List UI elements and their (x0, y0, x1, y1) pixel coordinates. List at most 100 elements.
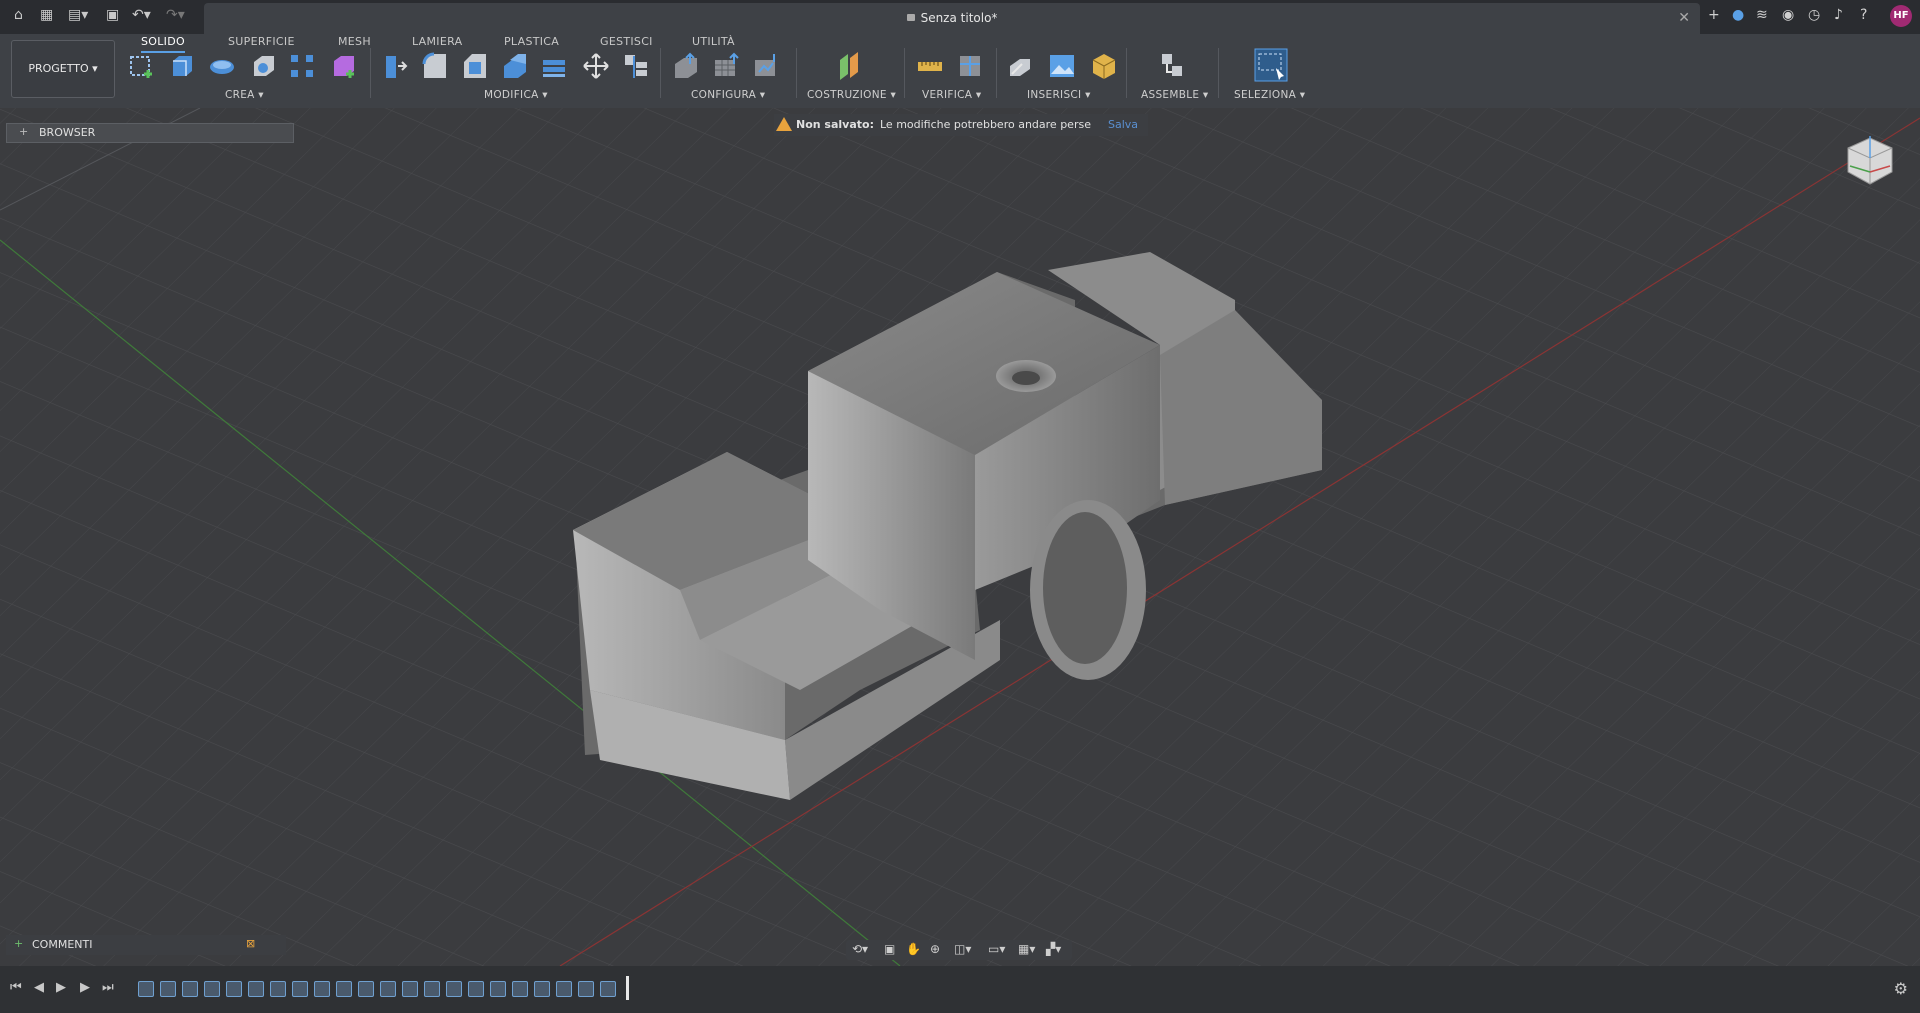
timeline-feature[interactable] (534, 981, 550, 997)
group-seleziona[interactable]: SELEZIONA ▾ (1234, 89, 1305, 101)
align-icon[interactable] (622, 52, 650, 80)
timeline-feature[interactable] (402, 981, 418, 997)
group-crea[interactable]: CREA ▾ (225, 89, 264, 101)
job-status-icon[interactable]: ● (1732, 7, 1744, 23)
timeline-feature[interactable] (446, 981, 462, 997)
combine-icon[interactable] (540, 52, 568, 80)
group-inserisci[interactable]: INSERISCI ▾ (1027, 89, 1091, 101)
timeline-prev-icon[interactable]: ◀ (34, 980, 44, 995)
offset-plane-icon[interactable] (836, 52, 864, 80)
undo-icon[interactable]: ↶▾ (132, 7, 151, 23)
new-component-icon[interactable] (1158, 52, 1186, 80)
tab-solido[interactable]: SOLIDO (141, 35, 185, 53)
timeline-feature[interactable] (314, 981, 330, 997)
group-configura[interactable]: CONFIGURA ▾ (691, 89, 765, 101)
configure-icon[interactable] (672, 52, 700, 80)
insert-mcmaster-icon[interactable] (1090, 52, 1118, 80)
workspace-switcher[interactable]: PROGETTO ▾ (11, 40, 115, 98)
new-tab-icon[interactable]: + (1708, 7, 1720, 23)
apps-grid-icon[interactable]: ▦ (40, 7, 53, 23)
tab-superficie[interactable]: SUPERFICIE (228, 35, 295, 48)
view-cube[interactable] (1840, 130, 1900, 190)
select-icon[interactable] (1254, 48, 1288, 82)
home-icon[interactable]: ⌂ (14, 7, 23, 23)
press-pull-icon[interactable] (380, 52, 408, 80)
revolve-icon[interactable] (208, 52, 236, 80)
save-link[interactable]: Salva (1108, 118, 1138, 131)
pattern-icon[interactable] (288, 52, 316, 80)
orbit-icon[interactable]: ⟲▾ (852, 942, 868, 956)
timeline-feature[interactable] (490, 981, 506, 997)
insert-derive-icon[interactable] (1006, 52, 1034, 80)
timeline-feature[interactable] (578, 981, 594, 997)
close-tab-icon[interactable]: ✕ (1678, 10, 1690, 26)
create-sketch-icon[interactable] (128, 52, 156, 80)
hole-icon[interactable] (250, 52, 278, 80)
comments-toggle-icon[interactable]: ⊠ (246, 937, 255, 950)
online-icon[interactable]: ◉ (1782, 7, 1794, 23)
viewport[interactable] (0, 107, 1920, 967)
tab-gestisci[interactable]: GESTISCI (600, 35, 653, 48)
timeline-feature[interactable] (182, 981, 198, 997)
timeline-play-icon[interactable]: ▶ (56, 980, 66, 995)
interference-icon[interactable] (956, 52, 984, 80)
file-menu-icon[interactable]: ▤▾ (68, 7, 88, 23)
timeline-feature[interactable] (226, 981, 242, 997)
grid-settings-icon[interactable]: ▦▾ (1018, 942, 1035, 956)
zoom-icon[interactable]: ⊕ (930, 942, 940, 956)
notifications-icon[interactable]: ♪ (1834, 7, 1843, 23)
timeline-feature[interactable] (468, 981, 484, 997)
configure-rule-icon[interactable] (752, 52, 780, 80)
shell-icon[interactable] (500, 52, 528, 80)
timeline-marker[interactable] (626, 976, 629, 1000)
extrude-icon[interactable] (168, 52, 196, 80)
timeline-feature[interactable] (160, 981, 176, 997)
tab-plastica[interactable]: PLASTICA (504, 35, 559, 48)
save-icon[interactable]: ▣ (106, 7, 119, 23)
document-tab[interactable]: Senza titolo* ✕ (204, 3, 1700, 34)
timeline-feature[interactable] (270, 981, 286, 997)
measure-icon[interactable] (916, 52, 944, 80)
timeline-end-icon[interactable]: ⏭ (102, 980, 114, 995)
timeline-feature[interactable] (138, 981, 154, 997)
avatar[interactable]: HF (1890, 5, 1912, 27)
pan-icon[interactable]: ✋ (906, 942, 921, 956)
group-modifica[interactable]: MODIFICA ▾ (484, 89, 548, 101)
timeline-feature[interactable] (336, 981, 352, 997)
group-costruzione[interactable]: COSTRUZIONE ▾ (807, 89, 896, 101)
comments-panel[interactable]: + COMMENTI ⊠ (6, 935, 286, 955)
timeline-feature[interactable] (248, 981, 264, 997)
canvas-3d[interactable] (0, 107, 1920, 967)
timeline-start-icon[interactable]: ⏮ (10, 980, 22, 995)
expand-icon[interactable]: + (19, 125, 28, 138)
group-verifica[interactable]: VERIFICA ▾ (922, 89, 981, 101)
timeline-feature[interactable] (358, 981, 374, 997)
tab-utilita[interactable]: UTILITÀ (692, 35, 735, 48)
help-icon[interactable]: ? (1860, 7, 1867, 23)
timeline-feature[interactable] (556, 981, 572, 997)
chamfer-icon[interactable] (460, 52, 488, 80)
group-assemble[interactable]: ASSEMBLE ▾ (1141, 89, 1209, 101)
fillet-icon[interactable] (420, 52, 448, 80)
display-settings-icon[interactable]: ▭▾ (988, 942, 1005, 956)
timeline-feature[interactable] (600, 981, 616, 997)
tab-lamiera[interactable]: LAMIERA (412, 35, 462, 48)
browser-panel[interactable]: + BROWSER (6, 123, 294, 143)
extensions-icon[interactable]: ≋ (1756, 7, 1768, 23)
timeline-feature[interactable] (292, 981, 308, 997)
create-form-icon[interactable] (330, 52, 358, 80)
redo-icon[interactable]: ↷▾ (166, 7, 185, 23)
timeline-next-icon[interactable]: ▶ (80, 980, 90, 995)
timeline-feature[interactable] (512, 981, 528, 997)
clock-icon[interactable]: ◷ (1808, 7, 1820, 23)
move-copy-icon[interactable] (582, 52, 610, 80)
timeline-feature[interactable] (380, 981, 396, 997)
timeline-feature[interactable] (424, 981, 440, 997)
comments-expand-icon[interactable]: + (14, 937, 23, 950)
timeline-settings-icon[interactable]: ⚙ (1894, 979, 1908, 998)
fit-icon[interactable]: ◫▾ (954, 942, 971, 956)
tab-mesh[interactable]: MESH (338, 35, 371, 48)
viewports-icon[interactable]: ▞▾ (1046, 942, 1061, 956)
look-at-icon[interactable]: ▣ (884, 942, 895, 956)
configure-table-icon[interactable] (712, 52, 740, 80)
